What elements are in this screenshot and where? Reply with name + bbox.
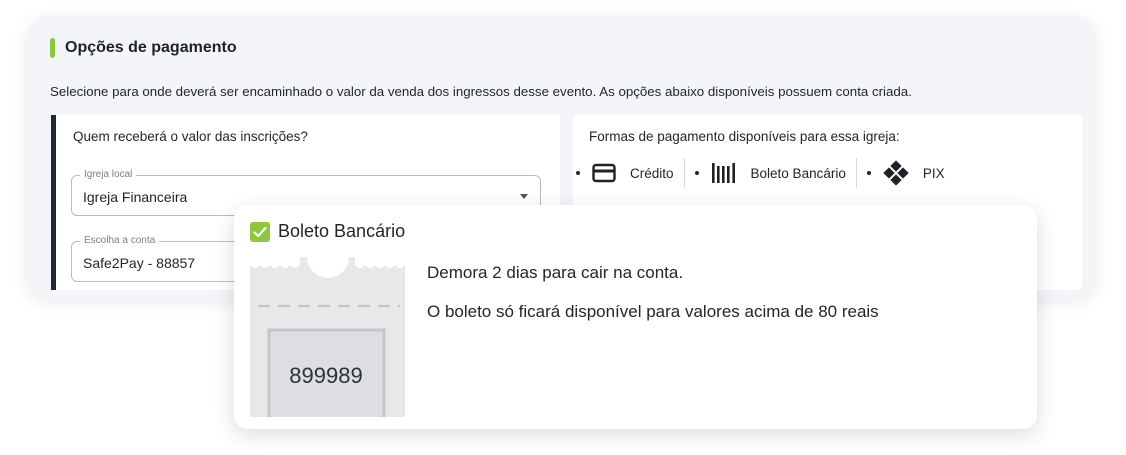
boleto-info-card: Boleto Bancário 899989 Demora 2 dias par… xyxy=(234,205,1037,429)
method-credit-label: Crédito xyxy=(630,165,674,181)
boleto-minimum-note: O boleto só ficará disponível para valor… xyxy=(427,302,879,321)
church-select-legend: Igreja local xyxy=(80,169,137,180)
section-title: Opções de pagamento xyxy=(65,39,237,56)
method-pix-label: PIX xyxy=(922,165,945,181)
boleto-option-label: Boleto Bancário xyxy=(278,221,406,241)
church-select-value: Igreja Financeira xyxy=(83,189,188,205)
barcode-icon xyxy=(711,162,737,184)
recipient-question: Quem receberá o valor das inscrições? xyxy=(73,129,308,144)
ticket-illustration: 899989 xyxy=(250,257,405,417)
bullet xyxy=(694,171,699,175)
accent-bar xyxy=(50,38,55,58)
payment-methods-title: Formas de pagamento disponíveis para ess… xyxy=(589,129,900,144)
caret-down-icon[interactable] xyxy=(520,194,528,199)
section-header: Opções de pagamento xyxy=(50,38,237,58)
method-pix: PIX xyxy=(866,160,945,186)
ticket-code: 899989 xyxy=(289,363,362,388)
checkmark-icon xyxy=(253,226,267,237)
boleto-delay-text: Demora 2 dias para cair na conta. xyxy=(427,263,684,282)
section-description: Selecione para onde deverá ser encaminha… xyxy=(50,84,912,99)
account-select-legend: Escolha a conta xyxy=(80,235,160,246)
method-credit: Crédito xyxy=(576,163,674,183)
divider xyxy=(683,158,685,188)
bullet xyxy=(576,171,580,175)
method-boleto: Boleto Bancário xyxy=(694,162,846,184)
bullet xyxy=(866,171,871,175)
method-boleto-label: Boleto Bancário xyxy=(750,165,846,181)
checkbox[interactable] xyxy=(250,221,270,242)
account-select-value: Safe2Pay - 88857 xyxy=(83,255,196,271)
credit-card-icon xyxy=(592,163,616,183)
pix-icon xyxy=(883,160,909,186)
boleto-option[interactable]: Boleto Bancário xyxy=(250,221,405,242)
divider xyxy=(855,158,857,188)
payment-methods-list: Crédito Boleto Bancário PIX xyxy=(576,158,945,188)
